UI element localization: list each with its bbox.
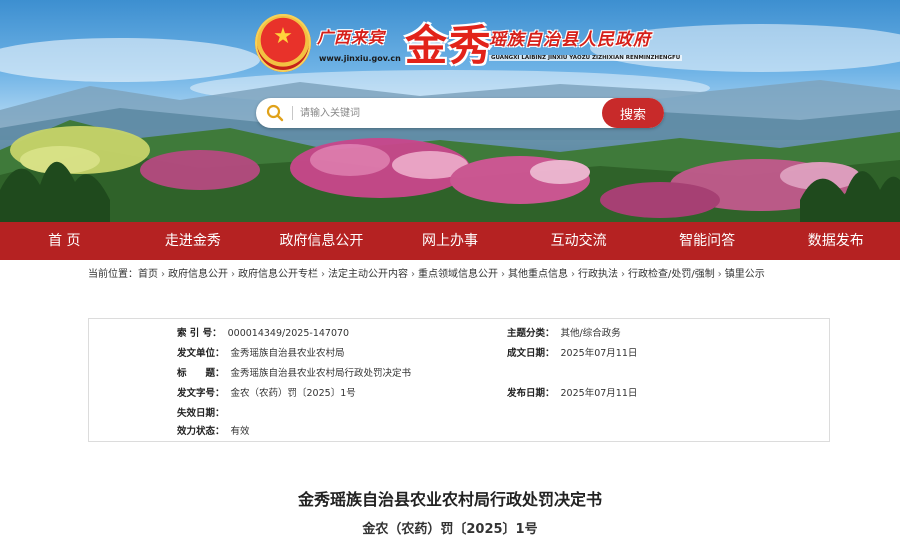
site-region-name: 广西来宾 bbox=[317, 28, 386, 47]
meta-validity-status: 效力状态： 有效 bbox=[177, 423, 250, 437]
header-banner: 广西来宾 www.jinxiu.gov.cn 金秀 瑶族自治县人民政府 GUAN… bbox=[0, 0, 900, 222]
main-nav: 首 页 走进金秀 政府信息公开 网上办事 互动交流 智能问答 数据发布 bbox=[0, 222, 900, 260]
breadcrumb-separator-icon: › bbox=[501, 269, 505, 280]
breadcrumb-separator-icon: › bbox=[717, 269, 722, 280]
search-bar: 搜索 bbox=[256, 98, 664, 128]
breadcrumb-item[interactable]: 法定主动公开内容 bbox=[328, 269, 408, 280]
meta-document-number: 发文字号： 金农（农药）罚〔2025〕1号 bbox=[177, 385, 356, 399]
breadcrumb-item-current[interactable]: 镇里公示 bbox=[725, 269, 765, 280]
breadcrumb-separator-icon: › bbox=[411, 269, 415, 280]
site-url: www.jinxiu.gov.cn bbox=[319, 54, 401, 63]
meta-value: 金秀瑶族自治县农业农村局行政处罚决定书 bbox=[230, 368, 412, 379]
nav-item-home[interactable]: 首 页 bbox=[0, 222, 129, 260]
meta-label: 失效日期： bbox=[177, 408, 225, 419]
meta-label: 发文单位： bbox=[177, 348, 225, 359]
document-title: 金秀瑶族自治县农业农村局行政处罚决定书 bbox=[297, 490, 602, 509]
nav-item-interaction[interactable]: 互动交流 bbox=[514, 222, 643, 260]
meta-label: 效力状态： bbox=[177, 426, 225, 437]
site-brand-name: 金秀 bbox=[405, 21, 494, 70]
breadcrumb-separator-icon: › bbox=[161, 269, 165, 280]
search-input[interactable] bbox=[300, 103, 550, 123]
document-metadata-card: 索 引 号： 000014349/2025-147070 发文单位： 金秀瑶族自治县… bbox=[88, 318, 830, 442]
breadcrumb-prefix: 当前位置： bbox=[88, 269, 138, 280]
meta-value: 2025年07月11日 bbox=[560, 348, 638, 359]
meta-index-number: 索 引 号： 000014349/2025-147070 bbox=[177, 325, 349, 339]
breadcrumb-separator-icon: › bbox=[571, 269, 575, 280]
breadcrumb-separator-icon: › bbox=[231, 269, 235, 280]
meta-title: 标 题： 金秀瑶族自治县农业农村局行政处罚决定书 bbox=[177, 365, 411, 379]
site-logo[interactable]: 广西来宾 www.jinxiu.gov.cn 金秀 瑶族自治县人民政府 GUAN… bbox=[255, 12, 695, 74]
breadcrumb-item[interactable]: 重点领域信息公开 bbox=[418, 269, 498, 280]
meta-created-date: 成文日期： 2025年07月11日 bbox=[507, 345, 637, 359]
nav-item-gov-info-disclosure[interactable]: 政府信息公开 bbox=[257, 222, 386, 260]
breadcrumb-item[interactable]: 首页 bbox=[138, 269, 158, 280]
meta-label: 索 引 号： bbox=[177, 328, 222, 339]
meta-published-date: 发布日期： 2025年07月11日 bbox=[507, 385, 637, 399]
document-number: 金农（农药）罚〔2025〕1号 bbox=[362, 522, 538, 537]
nav-item-about-jinxiu[interactable]: 走进金秀 bbox=[129, 222, 258, 260]
meta-value: 金农（农药）罚〔2025〕1号 bbox=[230, 388, 356, 399]
search-button[interactable]: 搜索 bbox=[602, 98, 664, 128]
breadcrumb-item[interactable]: 其他重点信息 bbox=[508, 269, 568, 280]
national-emblem-icon bbox=[255, 14, 311, 72]
meta-label: 主题分类： bbox=[507, 328, 555, 339]
site-pinyin-name: GUANGXI LAIBINZ JINXIU YAOZU ZIZHIXIAN R… bbox=[489, 55, 683, 61]
breadcrumb-item[interactable]: 行政检查/处罚/强制 bbox=[628, 269, 715, 280]
meta-value: 有效 bbox=[230, 426, 250, 437]
meta-value: 000014349/2025-147070 bbox=[227, 328, 350, 339]
breadcrumb-item[interactable]: 政府信息公开 bbox=[168, 269, 228, 280]
meta-value: 2025年07月11日 bbox=[560, 388, 638, 399]
meta-value: 其他/综合政务 bbox=[560, 328, 621, 339]
search-icon bbox=[266, 104, 284, 122]
breadcrumb-item[interactable]: 政府信息公开专栏 bbox=[238, 269, 318, 280]
site-government-name: 瑶族自治县人民政府 bbox=[489, 30, 651, 50]
meta-label: 发文字号： bbox=[177, 388, 225, 399]
meta-label: 成文日期： bbox=[507, 348, 555, 359]
meta-issuer: 发文单位： 金秀瑶族自治县农业农村局 bbox=[177, 345, 345, 359]
breadcrumb-separator-icon: › bbox=[621, 269, 625, 280]
meta-label: 发布日期： bbox=[507, 388, 555, 399]
breadcrumb-separator-icon: › bbox=[321, 269, 325, 280]
meta-expiry-date: 失效日期： bbox=[177, 405, 231, 419]
nav-item-data-release[interactable]: 数据发布 bbox=[771, 222, 900, 260]
meta-value: 金秀瑶族自治县农业农村局 bbox=[230, 348, 345, 359]
nav-item-online-services[interactable]: 网上办事 bbox=[386, 222, 515, 260]
nav-item-smart-qa[interactable]: 智能问答 bbox=[643, 222, 772, 260]
search-divider bbox=[292, 106, 293, 120]
breadcrumb: 当前位置：首页 › 政府信息公开 › 政府信息公开专栏 › 法定主动公开内容 › 重点领域信息公… bbox=[88, 262, 828, 288]
breadcrumb-item[interactable]: 行政执法 bbox=[578, 269, 618, 280]
meta-subject-category: 主题分类： 其他/综合政务 bbox=[507, 325, 621, 339]
meta-label: 标 题： bbox=[177, 368, 225, 379]
